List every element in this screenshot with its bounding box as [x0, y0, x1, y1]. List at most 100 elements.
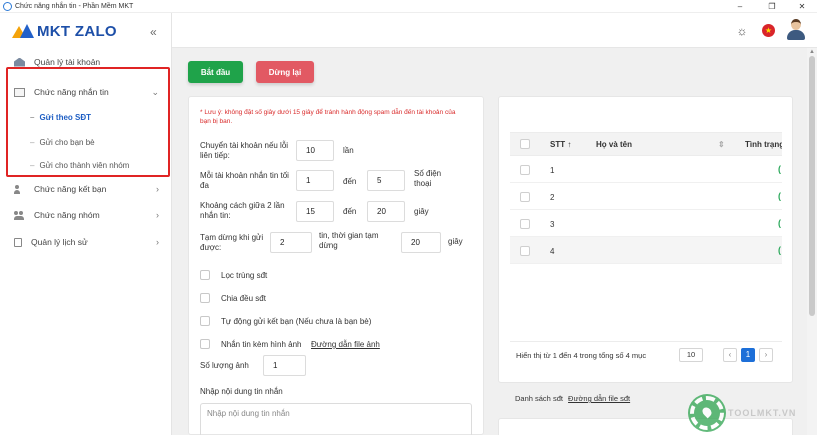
sidebar-item-friends[interactable]: Chức năng kết bạn ›: [14, 181, 159, 197]
prev-page-button[interactable]: ‹: [723, 348, 737, 362]
dash: –: [30, 137, 35, 147]
switch-account-label: Chuyển tài khoản nếu lỗi liên tiếp:: [200, 141, 289, 160]
next-page-button[interactable]: ›: [759, 348, 773, 362]
dash: –: [30, 112, 35, 122]
sidebar-item-history[interactable]: Quản lý lịch sử ›: [14, 234, 159, 250]
per-account-from-input[interactable]: 1: [296, 170, 334, 191]
per-account-unit: Số điện thoại: [414, 169, 442, 188]
phone-file-link[interactable]: Đường dẫn file sđt: [568, 394, 630, 403]
sidebar-item-label: Quản lý tài khoản: [34, 57, 101, 67]
logo-mark-icon: [12, 24, 34, 38]
sidebar-subitem-label: Gửi cho bạn bè: [39, 137, 95, 147]
collapse-sidebar-icon[interactable]: «: [150, 25, 157, 39]
pause-mid-text: tin, thời gian tạm dừng: [319, 231, 379, 250]
column-name[interactable]: Họ và tên: [596, 140, 632, 149]
pause-count-input[interactable]: 2: [270, 232, 312, 253]
sidebar-item-accounts[interactable]: Quản lý tài khoản: [14, 54, 159, 70]
per-account-to-input[interactable]: 5: [367, 170, 405, 191]
pause-unit: giây: [448, 237, 463, 246]
interval-label: Khoảng cách giữa 2 lần nhắn tin:: [200, 201, 285, 220]
logo: MKT ZALO: [12, 22, 117, 40]
window-title: Chức năng nhắn tin - Phần Mềm MKT: [15, 2, 134, 10]
mail-icon: [14, 87, 25, 97]
column-status[interactable]: Tình trạng: [745, 140, 782, 149]
phone-list-label: Danh sách sđt Đường dẫn file sđt: [515, 394, 630, 403]
image-count-input[interactable]: 1: [263, 355, 306, 376]
chevron-right-icon: ›: [156, 237, 159, 247]
message-label: Nhập nội dung tin nhắn: [200, 387, 283, 396]
status-icon: (: [778, 164, 781, 174]
sidebar-item-groups[interactable]: Chức năng nhóm ›: [14, 207, 159, 223]
send-image-label: Nhắn tin kèm hình ảnh: [221, 340, 302, 349]
pause-seconds-input[interactable]: 20: [401, 232, 441, 253]
sort-icon[interactable]: ⇕: [718, 140, 725, 149]
row-checkbox[interactable]: [520, 192, 530, 202]
row-checkbox[interactable]: [520, 219, 530, 229]
row-checkbox[interactable]: [520, 246, 530, 256]
switch-account-input[interactable]: 10: [296, 140, 334, 161]
dedupe-checkbox[interactable]: [200, 270, 210, 280]
sidebar-item-label: Chức năng kết bạn: [34, 184, 107, 194]
row-stt: 2: [550, 193, 555, 202]
app-icon: [3, 1, 12, 11]
message-textarea[interactable]: Nhập nội dung tin nhắn: [200, 403, 472, 435]
logo-text: MKT ZALO: [37, 22, 117, 40]
interval-to-input[interactable]: 20: [367, 201, 405, 222]
split-checkbox[interactable]: [200, 293, 210, 303]
sidebar-item-label: Quản lý lịch sử: [31, 237, 88, 247]
close-button[interactable]: ✕: [787, 0, 817, 13]
chevron-down-icon: ⌄: [151, 86, 159, 97]
start-button[interactable]: Bắt đầu: [188, 61, 243, 83]
language-flag-icon[interactable]: ★: [762, 24, 775, 37]
send-image-checkbox[interactable]: [200, 339, 210, 349]
split-label: Chia đều sđt: [221, 294, 266, 303]
watermark-gear-icon: [690, 396, 724, 430]
row-stt: 3: [550, 220, 555, 229]
watermark: TOOLMKT.VN: [690, 396, 796, 430]
theme-toggle-icon[interactable]: ☼: [735, 24, 749, 38]
image-path-link[interactable]: Đường dẫn file ảnh: [311, 340, 380, 349]
clipboard-icon: [14, 237, 22, 247]
sidebar-subitem-send-to-group-members[interactable]: – Gửi cho thành viên nhóm: [30, 158, 129, 172]
row-stt: 4: [550, 247, 555, 256]
scroll-up-icon[interactable]: ▲: [809, 49, 815, 55]
select-all-checkbox[interactable]: [520, 139, 530, 149]
status-icon: (: [778, 191, 781, 201]
image-count-label: Số lượng ảnh: [200, 361, 249, 370]
group-icon: [14, 210, 25, 220]
page-size-select[interactable]: 10: [679, 348, 703, 362]
window-titlebar: Chức năng nhắn tin - Phần Mềm MKT – ❐ ✕: [0, 0, 817, 13]
sidebar-item-messaging[interactable]: Chức năng nhắn tin ⌄: [14, 84, 159, 100]
avatar[interactable]: [787, 19, 805, 41]
page-1-button[interactable]: 1: [741, 348, 755, 362]
column-stt[interactable]: STT ↑: [550, 140, 571, 149]
row-stt: 1: [550, 166, 555, 175]
chevron-right-icon: ›: [156, 184, 159, 194]
scrollbar-thumb[interactable]: [809, 56, 815, 316]
sidebar-item-label: Chức năng nhắn tin: [34, 87, 109, 97]
per-account-label: Mỗi tài khoản nhắn tin tối đa: [200, 171, 289, 190]
sidebar-item-label: Chức năng nhóm: [34, 210, 100, 220]
minimize-button[interactable]: –: [725, 0, 755, 13]
dedupe-label: Lọc trùng sđt: [221, 271, 268, 280]
sidebar-subitem-send-by-phone[interactable]: – Gửi theo SĐT: [30, 110, 91, 124]
chevron-right-icon: ›: [156, 210, 159, 220]
dash: –: [30, 160, 35, 170]
stop-button[interactable]: Dừng lại: [256, 61, 314, 83]
sidebar-subitem-label: Gửi cho thành viên nhóm: [39, 160, 130, 170]
auto-friend-label: Tự động gửi kết bạn (Nếu chưa là bạn bè): [221, 317, 372, 326]
row-checkbox[interactable]: [520, 165, 530, 175]
top-header: ☼ ★: [172, 13, 817, 48]
per-account-to-word: đến: [343, 177, 357, 186]
interval-from-input[interactable]: 15: [296, 201, 334, 222]
sidebar-subitem-label: Gửi theo SĐT: [39, 112, 92, 122]
sidebar-subitem-send-to-friends[interactable]: – Gửi cho bạn bè: [30, 135, 95, 149]
table-summary: Hiển thị từ 1 đến 4 trong tổng số 4 mục: [516, 351, 647, 360]
pause-label: Tạm dừng khi gửi được:: [200, 233, 264, 252]
user-plus-icon: [14, 184, 25, 194]
interval-to-word: đến: [343, 207, 357, 216]
main-scrollbar[interactable]: ▲: [807, 48, 817, 435]
auto-friend-checkbox[interactable]: [200, 316, 210, 326]
maximize-button[interactable]: ❐: [757, 0, 787, 13]
interval-unit: giây: [414, 207, 429, 216]
